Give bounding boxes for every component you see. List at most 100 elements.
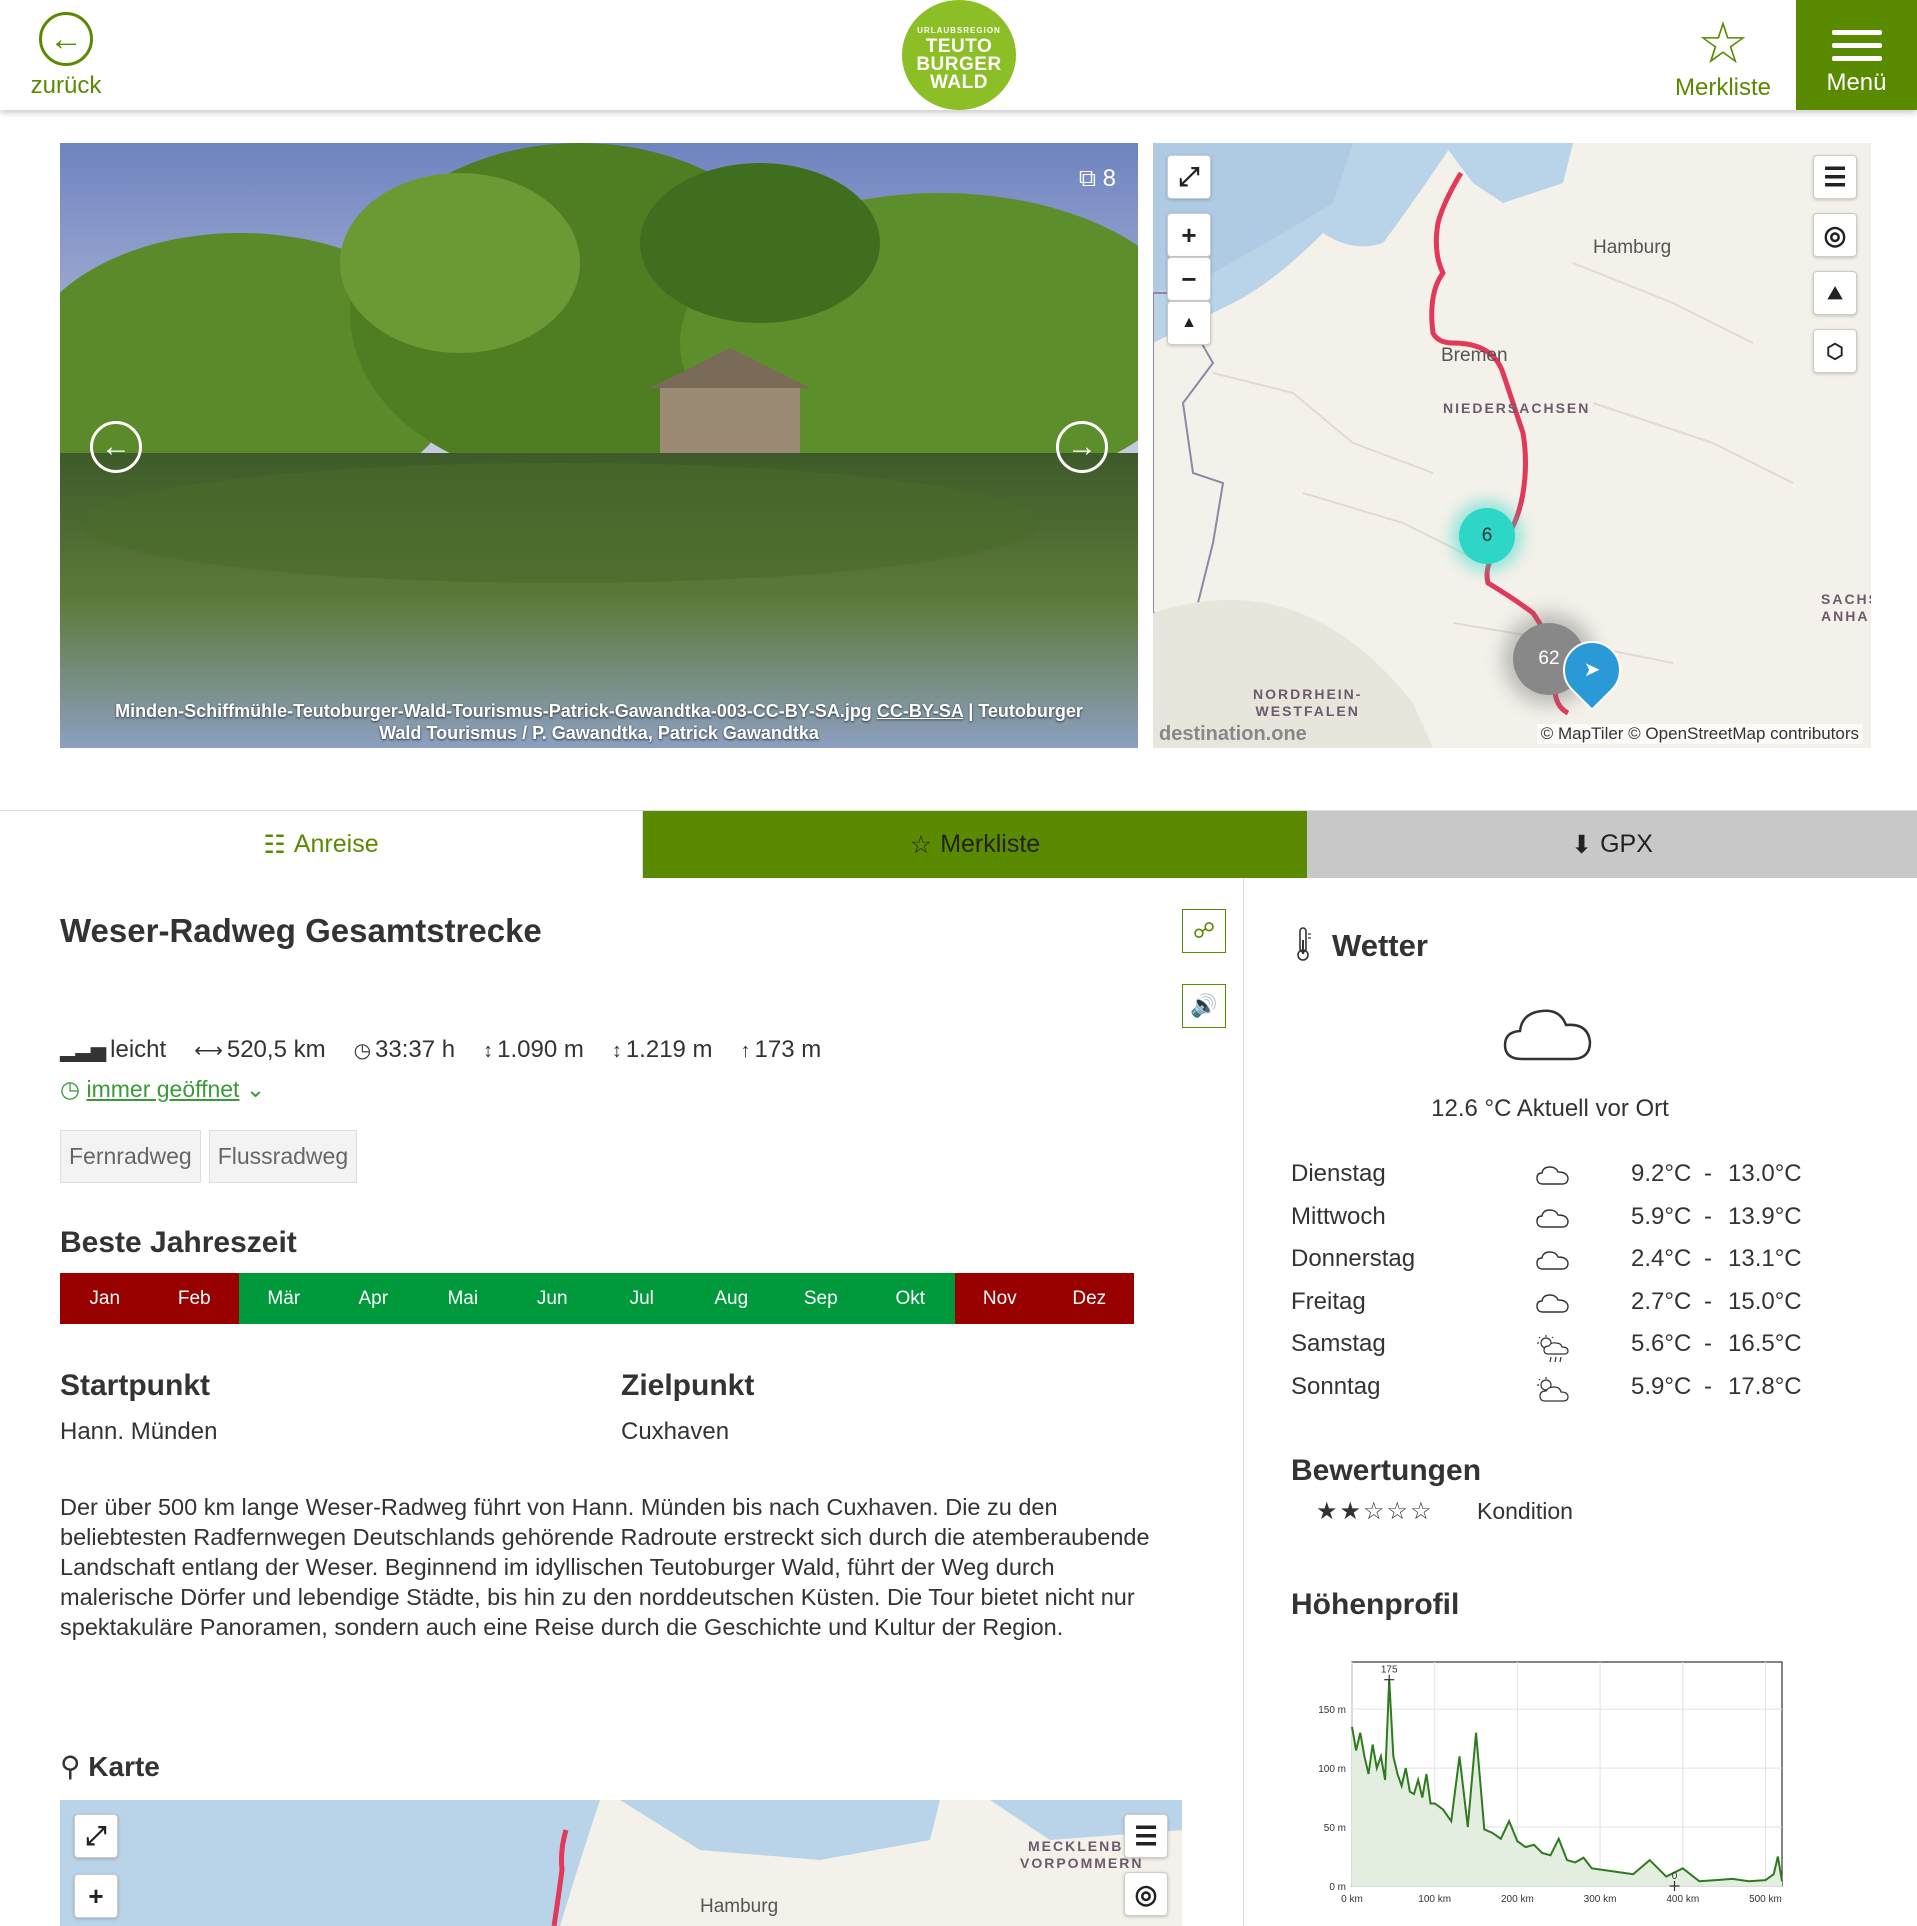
x-tick-label: 400 km <box>1666 1894 1699 1905</box>
season-heading: Beste Jahreszeit <box>60 1226 297 1259</box>
cloud-icon <box>1536 1166 1569 1185</box>
map-label-nrw: NORDRHEIN- WESTFALEN <box>1253 686 1362 720</box>
y-tick-label: 100 m <box>1318 1764 1346 1775</box>
caption-license-link[interactable]: CC-BY-SA <box>877 701 963 721</box>
weather-separator: - <box>1704 1245 1712 1272</box>
weather-day: Freitag <box>1291 1288 1366 1315</box>
menu-button[interactable]: Menü <box>1796 0 1917 110</box>
layers-button[interactable]: ☰ <box>1813 155 1857 199</box>
end-heading: Zielpunkt <box>621 1369 755 1402</box>
descent-icon: ↕ <box>611 1040 622 1062</box>
start-value: Hann. Münden <box>60 1418 218 1445</box>
tab-anreise-label: Anreise <box>293 830 379 858</box>
difficulty-value: leicht <box>110 1036 167 1063</box>
locate-button[interactable]: ◎ <box>1124 1872 1168 1916</box>
tour-map-preview[interactable]: Hamburg Bremen NIEDERSACHSEN NORDRHEIN- … <box>1153 143 1871 748</box>
3d-button[interactable]: ⬡ <box>1813 329 1857 373</box>
arrow-up-icon: ↑ <box>740 1040 751 1062</box>
map-canvas <box>1153 143 1794 748</box>
image-gallery[interactable]: ⧉ 8 ← → Minden-Schiffmühle-Teutoburger-W… <box>60 143 1138 748</box>
terrain-button[interactable]: ⛰ <box>1813 271 1857 315</box>
tab-anreise[interactable]: ☷ Anreise <box>0 811 643 878</box>
stat-difficulty: ▂▃▅ leicht <box>60 1036 166 1064</box>
map-label-nrw-line1: NORDRHEIN- <box>1253 686 1363 702</box>
layers-icon: ☰ <box>1134 1820 1158 1851</box>
page-title: Weser-Radweg Gesamtstrecke <box>60 912 542 949</box>
weather-min: 5.9°C <box>1631 1373 1692 1400</box>
weather-max: 13.9°C <box>1728 1203 1802 1230</box>
distance-icon: ⟷ <box>194 1040 223 1062</box>
merkliste-button[interactable]: ☆ Merkliste <box>1668 14 1778 102</box>
crosshair-icon: ◎ <box>1823 219 1847 250</box>
share-button[interactable]: ☍ <box>1182 909 1226 953</box>
tab-gpx-label: GPX <box>1600 830 1653 858</box>
weather-separator: - <box>1704 1203 1712 1230</box>
logo[interactable]: URLAUBSREGION TEUTO BURGER WALD <box>902 0 1016 110</box>
fullscreen-button[interactable]: ⤢ <box>74 1814 118 1858</box>
arrow-left-icon: ← <box>39 12 93 66</box>
share-icon: ☍ <box>1192 918 1216 943</box>
prev-image-button[interactable]: ← <box>90 421 142 473</box>
weather-max: 16.5°C <box>1728 1330 1802 1357</box>
map-attribution[interactable]: © MapTiler © OpenStreetMap contributors <box>1536 724 1863 744</box>
season-month: Feb <box>149 1273 239 1324</box>
season-month: Okt <box>865 1273 955 1324</box>
fullscreen-button[interactable]: ⤢ <box>1167 155 1211 199</box>
site-header: ← zurück URLAUBSREGION TEUTO BURGER WALD… <box>0 0 1917 110</box>
locate-button[interactable]: ◎ <box>1813 213 1857 257</box>
next-image-button[interactable]: → <box>1056 421 1108 473</box>
weather-current: 12.6 °C Aktuell vor Ort <box>1431 1095 1669 1122</box>
opening-hours-toggle[interactable]: ◷ immer geöffnet ⌄ <box>60 1076 265 1103</box>
map-label-sachsen-line2: ANHA <box>1821 608 1870 624</box>
read-aloud-button[interactable]: 🔊 <box>1182 984 1226 1028</box>
stat-descent: ↕ 1.219 m <box>612 1036 713 1064</box>
plus-icon: + <box>1181 219 1197 250</box>
descent-value: 1.219 m <box>625 1036 713 1063</box>
compass-reset-button[interactable]: ▲ <box>1167 301 1211 345</box>
merkliste-label: Merkliste <box>1674 74 1771 101</box>
weather-max: 17.8°C <box>1728 1373 1802 1400</box>
gallery-count-value: 8 <box>1102 165 1116 192</box>
weather-day: Sonntag <box>1291 1373 1381 1400</box>
tour-map[interactable]: Hamburg MECKLENBU VORPOMMERN ⤢ + ☰ ◎ <box>60 1800 1182 1926</box>
weather-min: 2.4°C <box>1631 1245 1692 1272</box>
layers-button[interactable]: ☰ <box>1124 1814 1168 1858</box>
compass-icon: ➤ <box>1583 659 1601 681</box>
season-month: Jun <box>507 1273 597 1324</box>
stat-duration: ◷ 33:37 h <box>354 1036 456 1064</box>
weather-heading: Wetter <box>1332 928 1428 963</box>
max-altitude-value: 173 m <box>754 1036 822 1063</box>
opening-hours-label: immer geöffnet <box>86 1076 240 1102</box>
ascent-value: 1.090 m <box>497 1036 584 1063</box>
ratings-heading: Bewertungen <box>1291 1454 1482 1487</box>
zoom-in-button[interactable]: + <box>74 1874 118 1918</box>
tab-merkliste[interactable]: ☆ Merkliste <box>643 811 1307 878</box>
tour-description: Der über 500 km lange Weser-Radweg führt… <box>60 1494 1150 1640</box>
stat-ascent: ↕ 1.090 m <box>483 1036 584 1064</box>
star-icon: ☆ <box>909 830 933 859</box>
rating-stars: ★★☆☆☆ <box>1316 1497 1434 1526</box>
weather-row: Dienstag 9.2°C -13.0°C <box>1291 1160 1851 1202</box>
weather-separator: - <box>1704 1373 1712 1400</box>
end-value: Cuxhaven <box>621 1418 730 1445</box>
annotation-label: 175 <box>1381 1665 1398 1676</box>
back-button[interactable]: ← zurück <box>28 12 104 100</box>
zoom-out-button[interactable]: − <box>1167 257 1211 301</box>
map-canvas <box>60 1800 1182 1926</box>
map-label-bremen: Bremen <box>1441 345 1508 366</box>
clock-icon: ◷ <box>353 1040 372 1062</box>
elevation-profile-chart: 0 km 100 km 200 km 300 km 400 km 500 km 0 m 50 … <box>1318 1661 1783 1905</box>
back-label: zurück <box>30 72 102 99</box>
map-section-heading: ⚲ Karte <box>60 1750 160 1783</box>
map-cluster-marker[interactable]: 6 <box>1459 508 1515 564</box>
location-pin-icon: ⚲ <box>60 1751 81 1782</box>
weather-separator: - <box>1704 1330 1712 1357</box>
zoom-in-button[interactable]: + <box>1167 213 1211 257</box>
weather-min: 5.9°C <box>1631 1203 1692 1230</box>
sun-rain-icon <box>1537 1335 1569 1363</box>
star-filled-icon: ★ <box>1339 1498 1364 1525</box>
sun-cloud-icon <box>1537 1377 1569 1402</box>
tab-gpx-download[interactable]: ⬇ GPX <box>1307 811 1917 878</box>
cube-icon: ⬡ <box>1826 340 1844 363</box>
layers-icon: ☰ <box>1823 161 1847 192</box>
